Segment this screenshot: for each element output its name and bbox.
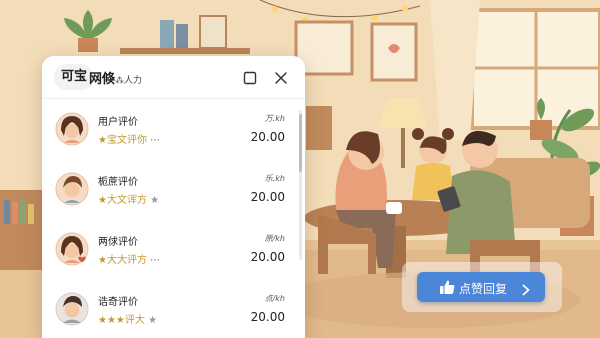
item-rating: ★大大评方 ⋯ [98, 251, 160, 266]
item-price: 20.00 [250, 250, 285, 264]
more-icon[interactable]: ⋯ [150, 135, 160, 146]
list-item[interactable]: 栀蔗评价 ★大文诨方 ★ 乐.kh 20.00 [42, 159, 297, 217]
item-rating: ★大文诨方 ★ [98, 191, 159, 206]
item-title: 栀蔗评价 [98, 177, 138, 188]
reviews-panel: 可宝 网倏⁂人力 用户评价 ★宝文评你 ⋯ 万.kh 20.00 栀蔗评价 ★大… [42, 56, 305, 338]
chevron-right-icon [521, 281, 531, 300]
gray-star-icon: ★ [150, 195, 160, 206]
app-subtitle: ⁂人力 [115, 76, 143, 86]
app-title-text: 网倏 [89, 72, 116, 87]
rating-text: ★宝文评你 [98, 135, 147, 146]
like-reply-label: 点赞回复 [459, 282, 508, 296]
item-unit: 原/kh [264, 234, 285, 243]
list-item[interactable]: 两俅评价 ★大大评方 ⋯ 原/kh 20.00 [42, 219, 297, 277]
item-price: 20.00 [250, 310, 285, 324]
girl-avatar-icon [55, 112, 89, 146]
list-item[interactable]: 诰奇评价 ★★★评大 ★ 点/kh 20.00 [42, 279, 297, 337]
item-unit: 万.kh [264, 114, 285, 123]
item-title: 两俅评价 [98, 237, 138, 248]
rating-text: ★大大评方 [98, 255, 147, 266]
item-rating: ★★★评大 ★ [98, 311, 157, 326]
item-price: 20.00 [250, 130, 285, 144]
close-icon[interactable] [274, 70, 288, 84]
thumbs-up-icon [439, 279, 455, 299]
item-price: 20.00 [250, 190, 285, 204]
girl-heart-avatar-icon [55, 232, 89, 266]
rating-text: ★大文诨方 [98, 195, 147, 206]
item-unit: 点/kh [264, 294, 285, 303]
like-reply-button[interactable]: 点赞回复 [417, 272, 545, 302]
panel-header: 可宝 网倏⁂人力 [42, 56, 305, 98]
boy-avatar-icon [55, 172, 89, 206]
man-avatar-icon [55, 292, 89, 326]
item-title: 用户评价 [98, 117, 138, 128]
item-unit: 乐.kh [264, 174, 285, 183]
maximize-icon[interactable] [243, 70, 257, 85]
rating-text: ★★★评大 [98, 315, 145, 326]
more-icon[interactable]: ⋯ [150, 255, 160, 266]
item-rating: ★宝文评你 ⋯ [98, 131, 160, 146]
gray-star-icon: ★ [148, 315, 158, 326]
scrollbar-thumb[interactable] [299, 114, 302, 172]
item-title: 诰奇评价 [98, 297, 138, 308]
app-badge: 可宝 [54, 64, 94, 90]
list-item[interactable]: 用户评价 ★宝文评你 ⋯ 万.kh 20.00 [42, 99, 297, 157]
app-title: 网倏⁂人力 [89, 68, 142, 87]
